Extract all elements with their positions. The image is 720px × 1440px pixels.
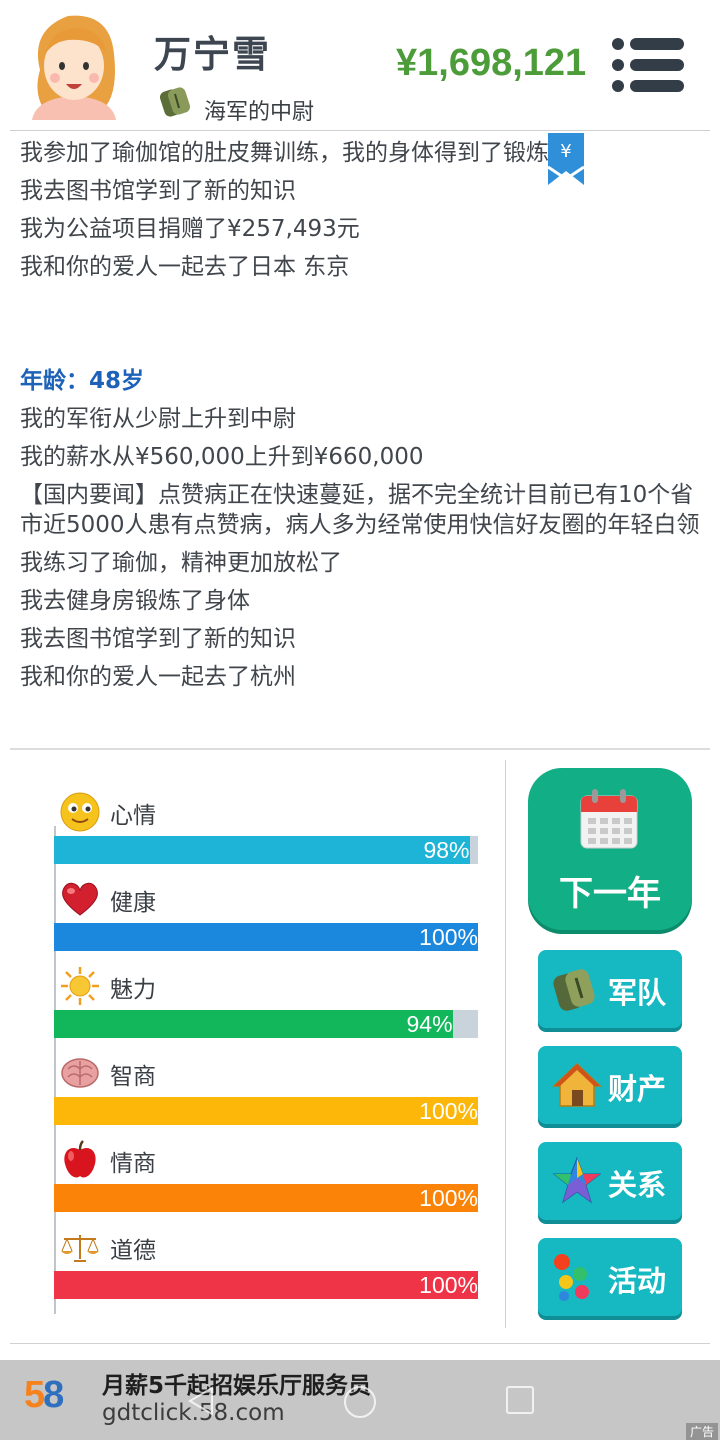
back-icon[interactable] — [188, 1386, 214, 1416]
stat-bar: 100% — [54, 1271, 478, 1299]
log-line: 我的军衔从少尉上升到中尉 — [20, 406, 296, 432]
header-divider — [10, 130, 710, 131]
profile-header: 万宁雪 海军的中尉 ¥1,698,121 — [0, 0, 720, 130]
stat-eq: 情商 100% — [54, 1108, 478, 1212]
army-button[interactable]: 军队 — [538, 950, 682, 1028]
stat-label: 智商 — [110, 1064, 156, 1090]
bookmark-symbol: ¥ — [560, 141, 571, 162]
event-log[interactable]: 我参加了瑜伽馆的肚皮舞训练，我的身体得到了锻炼 我去图书馆学到了新的知识 我为公… — [20, 132, 710, 742]
log-line: 我去图书馆学到了新的知识 — [20, 178, 296, 204]
relations-button[interactable]: 关系 — [538, 1142, 682, 1220]
stat-health: 健康 100% — [54, 847, 478, 951]
bookmark-icon[interactable]: ¥ — [548, 133, 584, 185]
avatar[interactable] — [28, 10, 120, 120]
stat-mood: 心情 98% — [54, 760, 478, 864]
ad-title: 月薪5千起招娱乐厅服务员 — [102, 1373, 372, 1399]
section-divider — [10, 748, 710, 750]
menu-icon-dot — [612, 59, 624, 71]
home-icon[interactable] — [344, 1386, 376, 1418]
stat-label: 情商 — [110, 1151, 156, 1177]
stat-morality: 道德 100% — [54, 1195, 478, 1299]
recent-apps-icon[interactable] — [506, 1386, 534, 1414]
activities-button[interactable]: 活动 — [538, 1238, 682, 1316]
ad-logo: 58 — [24, 1374, 64, 1416]
property-label: 财产 — [608, 1072, 667, 1106]
brain-icon — [61, 1058, 99, 1088]
menu-button[interactable] — [612, 38, 684, 92]
age-heading: 年龄：48岁 — [20, 368, 145, 394]
dog-tag-icon — [159, 87, 191, 117]
stat-label: 心情 — [110, 803, 156, 829]
stat-percent: 100% — [419, 1272, 478, 1298]
vertical-divider — [505, 760, 506, 1328]
log-line: 我参加了瑜伽馆的肚皮舞训练，我的身体得到了锻炼 — [20, 140, 549, 166]
log-line: 我为公益项目捐赠了¥257,493元 — [20, 216, 360, 242]
menu-icon-bar — [630, 80, 684, 92]
player-name: 万宁雪 — [154, 33, 271, 76]
heart-icon — [62, 882, 98, 916]
stat-iq: 智商 100% — [54, 1021, 478, 1125]
army-label: 军队 — [608, 976, 667, 1010]
relations-label: 关系 — [608, 1168, 667, 1202]
log-line: 我和你的爱人一起去了日本 东京 — [20, 254, 350, 280]
menu-icon — [612, 38, 624, 50]
log-line: 我去图书馆学到了新的知识 — [20, 626, 296, 652]
property-button[interactable]: 财产 — [538, 1046, 682, 1124]
bottom-divider — [10, 1343, 710, 1344]
money-balance: ¥1,698,121 — [396, 42, 587, 84]
activity-dots-icon — [554, 1254, 589, 1301]
dog-tag-icon — [553, 969, 595, 1011]
ad-tag: 广告 — [685, 1423, 718, 1440]
stat-charm: 魅力 94% — [54, 934, 478, 1038]
log-spacer — [20, 290, 710, 366]
smiley-icon — [60, 792, 100, 832]
scales-icon — [61, 1235, 99, 1262]
apple-icon — [64, 1140, 96, 1178]
house-icon — [552, 1062, 602, 1107]
next-year-label: 下一年 — [559, 874, 661, 914]
menu-icon-dot — [612, 80, 624, 92]
log-line: 我去健身房锻炼了身体 — [20, 588, 250, 614]
calendar-icon — [580, 789, 638, 849]
stat-bar-fill: 100% — [54, 1271, 478, 1299]
activities-label: 活动 — [608, 1264, 667, 1298]
stat-label: 健康 — [110, 890, 156, 916]
log-line: 我的薪水从¥560,000上升到¥660,000 — [20, 444, 424, 470]
stat-label: 魅力 — [110, 977, 156, 1003]
log-line: 我练习了瑜伽，精神更加放松了 — [20, 550, 342, 576]
log-line: 【国内要闻】点赞病正在快速蔓延，据不完全统计目前已有10个省市近5000人患有点… — [20, 482, 700, 538]
menu-icon-bar — [630, 38, 684, 50]
next-year-button[interactable]: 下一年 — [528, 768, 692, 930]
log-line: 我和你的爱人一起去了杭州 — [20, 664, 296, 690]
menu-icon-bar — [630, 59, 684, 71]
stats-panel: 心情 98% 健康 100% 魅力 94% 智商 100% 情商 100% 道德… — [54, 760, 478, 1320]
sun-icon — [61, 967, 99, 1005]
stat-label: 道德 — [110, 1238, 156, 1264]
star-icon — [552, 1156, 602, 1204]
player-rank: 海军的中尉 — [204, 100, 315, 125]
